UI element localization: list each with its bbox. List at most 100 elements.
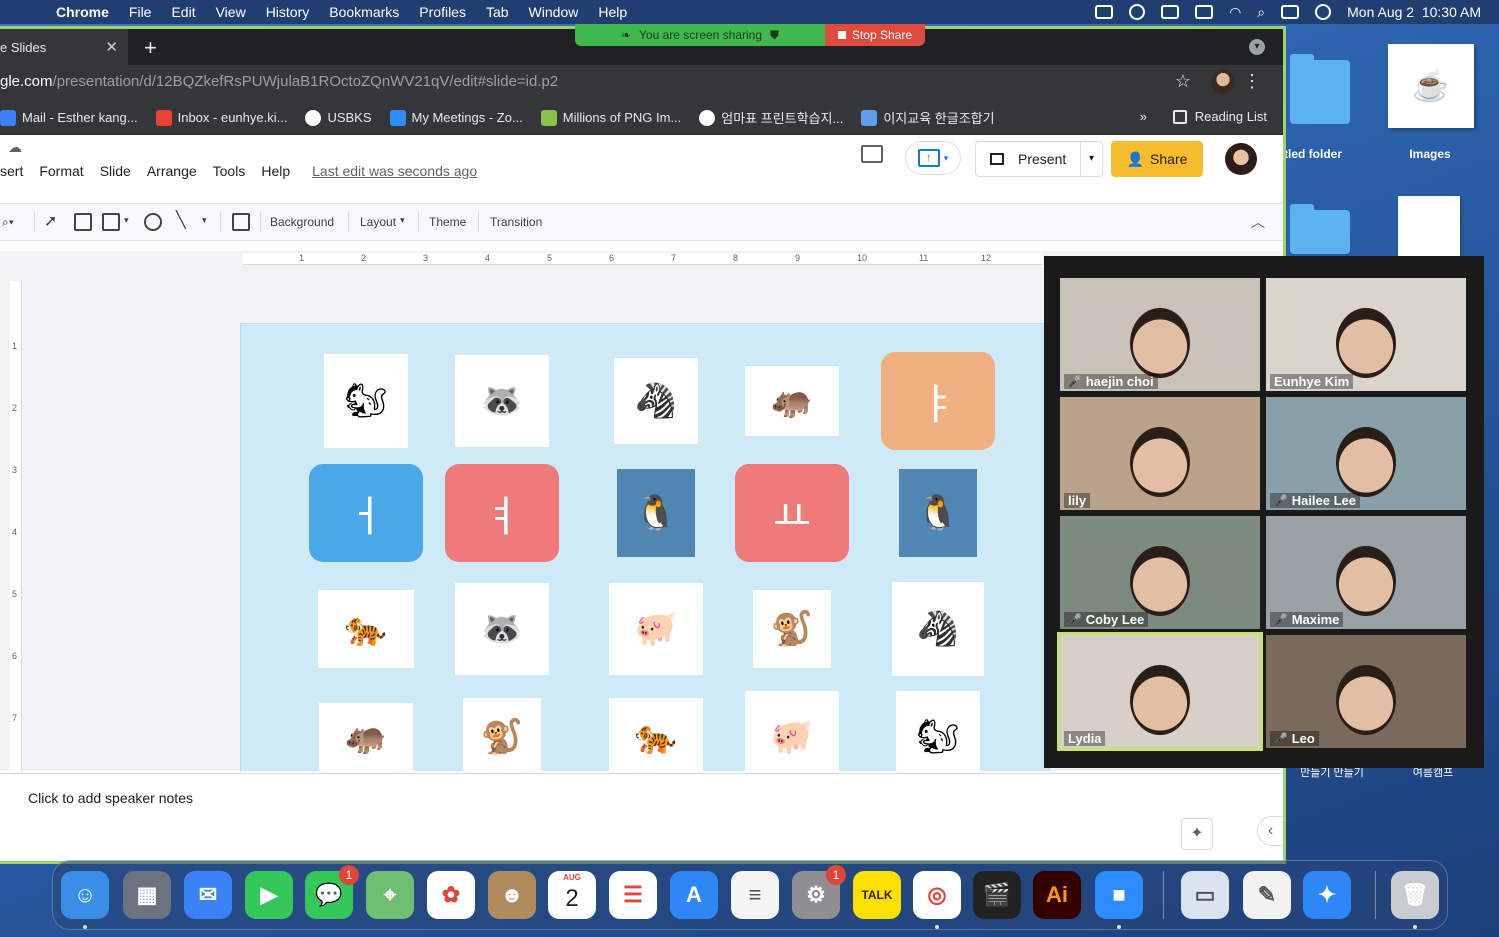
desktop-folder-icon[interactable] [1290, 54, 1350, 124]
zoom-dock-icon[interactable]: ■ [1095, 871, 1143, 919]
profile-avatar[interactable] [1211, 70, 1235, 94]
image-icon[interactable] [102, 213, 120, 231]
menu-history[interactable]: History [256, 4, 320, 20]
menu-arrange[interactable]: Arrange [147, 163, 197, 179]
participant-video-tile[interactable]: Lydia [1057, 632, 1263, 751]
safari-dock-icon[interactable]: ✦ [1303, 871, 1351, 919]
calendar-dock-icon[interactable]: AUG 2 [548, 871, 596, 919]
zebra-card[interactable]: 🦓 [614, 358, 698, 444]
zoom-icon[interactable]: ⌕▾ [2, 215, 14, 230]
address-bar[interactable]: gle.com/presentation/d/12BQZkefRsPUWjula… [0, 65, 1283, 101]
hippo-card[interactable]: 🦛 [319, 703, 413, 771]
bookmark-gmail[interactable]: Inbox - eunhye.ki... [155, 109, 287, 126]
zebra-card[interactable]: 🦓 [892, 582, 984, 676]
bookmark-png[interactable]: Millions of PNG Im... [540, 109, 681, 126]
collapse-toolbar-icon[interactable]: ︿ [1251, 212, 1265, 232]
squirrel-card[interactable]: 🐿 [896, 691, 980, 771]
last-edit-link[interactable]: Last edit was seconds ago [312, 163, 477, 179]
tiger-card[interactable]: 🐅 [318, 590, 414, 668]
facetime-dock-icon[interactable]: ▶ [245, 871, 293, 919]
zoom-gallery-view[interactable]: 🎤 haejin choi Eunhye Kim lily 🎤 Hailee Lee 🎤 Co… [1044, 256, 1484, 768]
side-panel-toggle-icon[interactable]: ‹ [1257, 816, 1283, 846]
kakaotalk-dock-icon[interactable]: TALK [853, 871, 901, 919]
menu-format[interactable]: Format [39, 163, 83, 179]
control-center-icon[interactable] [1281, 5, 1300, 19]
illustrator-dock-icon[interactable]: Ai [1033, 871, 1081, 919]
participant-video-tile[interactable]: 🎤 Coby Lee [1060, 516, 1260, 629]
speaker-notes[interactable]: Click to add speaker notes ✦ ‹ [0, 773, 1283, 861]
mail-dock-icon[interactable]: ✉ [184, 871, 232, 919]
menu-bookmarks[interactable]: Bookmarks [319, 4, 409, 20]
bookmark-star-icon[interactable]: ☆ [1175, 71, 1191, 92]
contacts-dock-icon[interactable]: ☻ [488, 871, 536, 919]
reminders-dock-icon[interactable]: ☰ [609, 871, 657, 919]
line-icon[interactable]: ╲ [176, 210, 186, 230]
textedit-dock-icon[interactable]: ✎ [1243, 871, 1291, 919]
bookmark-zoom[interactable]: My Meetings - Zo... [389, 109, 523, 126]
tab-search-icon[interactable]: ▾ [1249, 39, 1265, 55]
creative-cloud-icon[interactable] [1129, 4, 1146, 20]
menu-edit[interactable]: Edit [161, 4, 205, 20]
explore-icon[interactable]: ✦ [1181, 818, 1213, 850]
chevron-down-icon[interactable]: ▾ [124, 215, 129, 226]
bookmarks-overflow-icon[interactable]: » [1140, 109, 1147, 124]
wifi-icon[interactable]: ◠ [1229, 4, 1241, 21]
bookmark-hangul[interactable]: 이지교육 한글조합기 [861, 108, 995, 127]
keyboard-icon[interactable] [1161, 5, 1180, 19]
messages-dock-icon[interactable]: 💬 1 [305, 865, 359, 919]
monkey-card[interactable]: 🐒 [463, 698, 541, 771]
desktop-images-thumbnail-icon[interactable]: ☕ [1388, 44, 1474, 128]
photos-dock-icon[interactable]: ✿ [427, 871, 475, 919]
close-tab-icon[interactable]: ✕ [105, 38, 118, 56]
background-button[interactable]: Background [270, 215, 334, 229]
menu-view[interactable]: View [206, 4, 256, 20]
shape-icon[interactable] [144, 213, 162, 231]
text-box-icon[interactable] [74, 213, 92, 231]
stop-share-button[interactable]: Stop Share [825, 24, 925, 46]
finder-dock-icon[interactable]: ☺ [61, 871, 109, 919]
account-avatar[interactable] [1225, 143, 1257, 175]
tab-google-slides[interactable]: e Slides ✕ [0, 29, 128, 65]
speaker-notes-placeholder[interactable]: Click to add speaker notes [28, 790, 193, 806]
participant-video-tile[interactable]: lily [1060, 397, 1260, 510]
preview-dock-icon[interactable]: ▭ [1181, 871, 1229, 919]
penguin-card[interactable]: 🐧 [617, 469, 695, 557]
share-button[interactable]: 👤 Share [1111, 141, 1203, 177]
present-button[interactable]: Present ▾ [975, 141, 1103, 177]
raccoon-card[interactable]: 🦝 [455, 355, 549, 447]
zoom-status-icon[interactable] [1095, 5, 1114, 19]
present-to-meeting-button[interactable]: ↑ ▾ [905, 141, 961, 175]
trash-dock-icon[interactable]: 🗑 [1391, 871, 1439, 919]
participant-video-tile[interactable]: 🎤 Leo [1266, 635, 1466, 748]
penguin-card[interactable]: 🐧 [899, 469, 977, 557]
new-tab-icon[interactable]: + [144, 35, 157, 61]
menu-tab[interactable]: Tab [476, 4, 519, 20]
menu-window[interactable]: Window [519, 4, 589, 20]
menu-help[interactable]: Help [588, 4, 637, 20]
horizontal-ruler[interactable]: 1 2 3 4 5 6 7 8 9 10 11 12 [243, 253, 1043, 265]
cloud-saved-icon[interactable]: ☁ [8, 139, 22, 156]
menu-tools[interactable]: Tools [213, 163, 246, 179]
hangul-card-letter-eo[interactable]: ㅓ [309, 464, 423, 562]
menu-slide[interactable]: Slide [100, 163, 131, 179]
notes-dock-icon[interactable]: ≡ [731, 871, 779, 919]
raccoon-card[interactable]: 🦝 [455, 583, 549, 675]
desktop-document-icon[interactable] [1398, 196, 1460, 256]
menu-app-name[interactable]: Chrome [46, 4, 119, 20]
participant-video-tile[interactable]: 🎤 Maxime [1266, 516, 1466, 629]
participant-video-tile[interactable]: 🎤 Hailee Lee [1266, 397, 1466, 510]
app-store-dock-icon[interactable]: A [670, 871, 718, 919]
final-cut-dock-icon[interactable]: 🎬 [973, 871, 1021, 919]
select-tool-icon[interactable]: ➚ [44, 211, 57, 231]
menu-help[interactable]: Help [261, 163, 290, 179]
battery-icon[interactable] [1195, 5, 1214, 19]
menu-clock[interactable]: Mon Aug 2 10:30 AM [1347, 4, 1481, 20]
system-preferences-dock-icon[interactable]: ⚙ 1 [792, 865, 846, 919]
menu-profiles[interactable]: Profiles [409, 4, 476, 20]
more-options-icon[interactable]: ⋮ [1243, 71, 1261, 92]
desktop-folder-label[interactable]: tled folder [1284, 147, 1364, 161]
url-text[interactable]: gle.com/presentation/d/12BQZkefRsPUWjula… [0, 73, 558, 90]
transition-button[interactable]: Transition [490, 215, 542, 229]
tiger-card[interactable]: 🐅 [609, 698, 703, 771]
add-comment-icon[interactable] [232, 213, 250, 231]
